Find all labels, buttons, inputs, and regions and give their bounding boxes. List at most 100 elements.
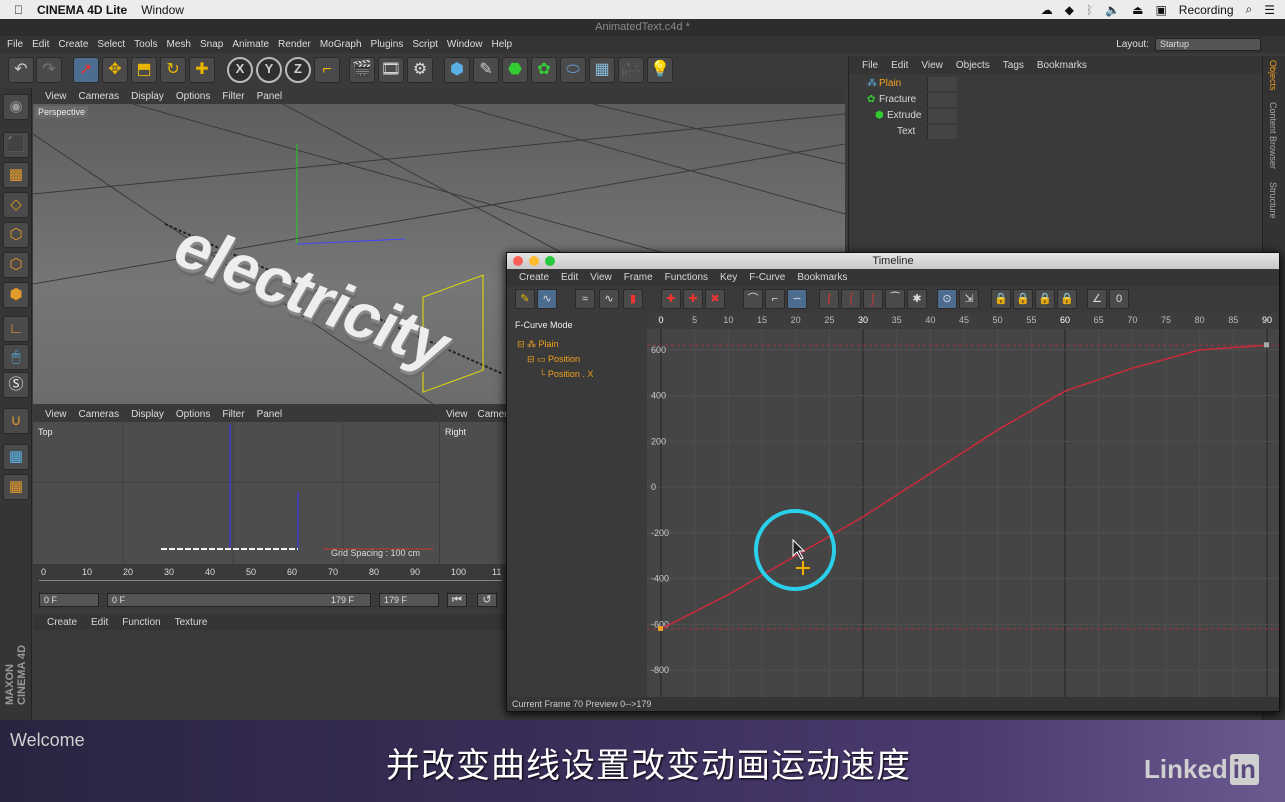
fcurve-chart[interactable]: 0 5 10 15 20 25 30 35 40 45 50 55 60 65 70 75 80 85 90 600 4… <box>647 313 1279 697</box>
vp-menu-cameras[interactable]: Cameras <box>79 91 120 102</box>
object-row-text[interactable]: Text <box>851 124 1261 140</box>
right-viewport[interactable]: View Camer Right <box>440 406 508 564</box>
list-icon[interactable]: ☰ <box>1264 3 1275 17</box>
z-axis-icon[interactable]: Z <box>285 57 311 83</box>
menu-tools[interactable]: Tools <box>134 39 157 50</box>
undo-icon[interactable]: ↶ <box>8 57 34 83</box>
lock-time-icon[interactable]: 🔒 <box>991 289 1011 309</box>
timeline-ruler[interactable]: 0 10 20 30 40 50 60 70 80 90 100 11 <box>33 564 508 590</box>
vp-menu-display[interactable]: Display <box>131 91 164 102</box>
object-flags[interactable] <box>927 109 957 123</box>
render-view-icon[interactable]: 🎬 <box>349 57 375 83</box>
edges-mode-icon[interactable]: ⬡ <box>3 252 29 278</box>
cloner-icon[interactable]: ✿ <box>531 57 557 83</box>
frame-range-slider[interactable]: 0 F 179 F <box>107 593 371 607</box>
object-row-fracture[interactable]: ✿ Fracture <box>851 92 1261 108</box>
ease-in-out-icon[interactable]: ∫ <box>819 289 839 309</box>
tl-menu-frame[interactable]: Frame <box>624 272 653 283</box>
scale-icon[interactable]: ⬒ <box>131 57 157 83</box>
vp-menu-filter[interactable]: Filter <box>222 91 244 102</box>
rotate-icon[interactable]: ↻ <box>160 57 186 83</box>
angle-icon[interactable]: ∠ <box>1087 289 1107 309</box>
x-axis-icon[interactable]: X <box>227 57 253 83</box>
axis-mode-icon[interactable]: ∟ <box>3 316 29 342</box>
floor-icon[interactable]: ▦ <box>589 57 615 83</box>
menu-create[interactable]: Create <box>58 39 88 50</box>
menu-script[interactable]: Script <box>412 39 438 50</box>
make-editable-icon[interactable]: ◉ <box>3 94 29 120</box>
dropbox-icon[interactable]: ◆ <box>1065 3 1074 17</box>
camera-icon[interactable]: 🎥 <box>618 57 644 83</box>
vp2-menu-cameras[interactable]: Cameras <box>79 409 120 420</box>
fcurve-graph[interactable]: 0 5 10 15 20 25 30 35 40 45 50 55 60 65 70 75 80 85 90 600 4… <box>647 313 1279 697</box>
points-mode-icon[interactable]: ⬡ <box>3 222 29 248</box>
minimize-button[interactable] <box>529 256 539 266</box>
frame-selected-icon[interactable]: ⇲ <box>959 289 979 309</box>
eject-icon[interactable]: ⏏ <box>1132 3 1143 17</box>
menu-select[interactable]: Select <box>97 39 125 50</box>
ripple-icon[interactable]: ≈ <box>575 289 595 309</box>
recording-label[interactable]: Recording <box>1179 3 1234 17</box>
tl-menu-fcurve[interactable]: F-Curve <box>749 272 785 283</box>
tweak-mode-icon[interactable]: 🖱 <box>3 344 29 370</box>
bluetooth-icon[interactable]: ᛒ <box>1086 3 1093 17</box>
top-viewport[interactable]: View Cameras Display Options Filter Pane… <box>33 406 439 564</box>
object-flags[interactable] <box>927 93 957 107</box>
object-row-plain[interactable]: ⁂ Plain <box>851 76 1261 92</box>
lock-tangent-icon[interactable]: 🔒 <box>1035 289 1055 309</box>
add-icon[interactable]: ✚ <box>189 57 215 83</box>
workplane-icon[interactable]: ◇ <box>3 192 29 218</box>
menu-mograph[interactable]: MoGraph <box>320 39 362 50</box>
tl-menu-view[interactable]: View <box>590 272 612 283</box>
texture-mode-icon[interactable]: ▩ <box>3 162 29 188</box>
obj-menu-bookmarks[interactable]: Bookmarks <box>1037 60 1087 71</box>
start-frame-field[interactable]: 0 F <box>39 593 99 607</box>
menu-render[interactable]: Render <box>278 39 311 50</box>
vp3-menu-view[interactable]: View <box>446 409 468 420</box>
object-flags[interactable] <box>927 125 957 139</box>
ease-in-icon[interactable]: ⌠ <box>841 289 861 309</box>
cloud-icon[interactable]: ☁ <box>1041 3 1053 17</box>
vp-menu-panel[interactable]: Panel <box>257 91 283 102</box>
tl-menu-edit[interactable]: Edit <box>561 272 578 283</box>
volume-icon[interactable]: 🔈 <box>1105 3 1120 17</box>
obj-menu-edit[interactable]: Edit <box>891 60 908 71</box>
menu-snap[interactable]: Snap <box>200 39 223 50</box>
lock-workplane-icon[interactable]: ▦ <box>3 444 29 470</box>
model-mode-icon[interactable]: ⬛ <box>3 132 29 158</box>
track-plain[interactable]: ⊟ ⁂ Plain <box>517 337 559 352</box>
zero-length-icon[interactable]: 0 <box>1109 289 1129 309</box>
screen-icon[interactable]: ▣ <box>1155 3 1166 17</box>
close-button[interactable] <box>513 256 523 266</box>
ease-out-icon[interactable]: ⌡ <box>863 289 883 309</box>
redo-icon[interactable]: ↷ <box>36 57 62 83</box>
fcurve-mode-icon[interactable]: ∿ <box>537 289 557 309</box>
menu-plugins[interactable]: Plugins <box>371 39 404 50</box>
obj-menu-view[interactable]: View <box>921 60 943 71</box>
deformer-icon[interactable]: ⬭ <box>560 57 586 83</box>
end-frame-field[interactable]: 179 F <box>379 593 439 607</box>
y-axis-icon[interactable]: Y <box>256 57 282 83</box>
coordinate-system-icon[interactable]: ⌐ <box>314 57 340 83</box>
menu-animate[interactable]: Animate <box>232 39 269 50</box>
vp3-menu-cameras[interactable]: Camer <box>478 409 508 420</box>
track-position[interactable]: ⊟ ▭ Position <box>527 352 580 367</box>
tab-content-browser[interactable]: Content Browser <box>1268 102 1278 169</box>
add-keys-icon[interactable]: ✚ <box>683 289 703 309</box>
tl-menu-create[interactable]: Create <box>519 272 549 283</box>
mat-menu-edit[interactable]: Edit <box>91 617 108 628</box>
window-menu[interactable]: Window <box>141 3 184 17</box>
frame-all-icon[interactable]: ⊙ <box>937 289 957 309</box>
lock-value-icon[interactable]: 🔒 <box>1013 289 1033 309</box>
track-position-x[interactable]: └ Position . X <box>539 367 593 382</box>
menu-edit[interactable]: Edit <box>32 39 49 50</box>
tl-menu-key[interactable]: Key <box>720 272 737 283</box>
app-menu[interactable]: CINEMA 4D Lite <box>37 3 127 17</box>
live-selection-icon[interactable]: ➚ <box>73 57 99 83</box>
move-icon[interactable]: ✥ <box>102 57 128 83</box>
obj-menu-objects[interactable]: Objects <box>956 60 990 71</box>
mat-menu-create[interactable]: Create <box>47 617 77 628</box>
cube-icon[interactable]: ⬢ <box>444 57 470 83</box>
apple-icon[interactable]:  <box>14 3 23 17</box>
go-to-start-icon[interactable]: ⏮ <box>447 593 467 607</box>
